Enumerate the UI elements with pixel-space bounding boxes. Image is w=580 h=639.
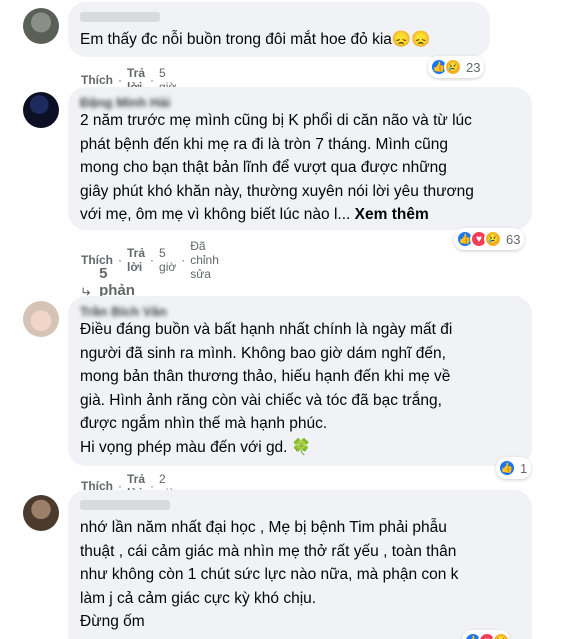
sad-icon: 😢 (492, 632, 510, 639)
reaction-count: 23 (466, 59, 481, 75)
reaction-summary[interactable]: 👍 ♥ 😢 63 (454, 228, 525, 250)
reaction-summary[interactable]: 👍 1 (496, 457, 532, 479)
avatar[interactable] (23, 92, 59, 128)
comment-author[interactable] (80, 10, 478, 24)
comment-text: 2 năm trước mẹ mình cũng bị K phổi di că… (80, 109, 520, 227)
comment-bubble: nhớ lần năm nhất đại học , Mẹ bị bệnh Ti… (68, 490, 532, 639)
comment-bubble: Em thấy đc nỗi buồn trong đôi mắt hoe đỏ… (68, 2, 490, 57)
like-icon: 👍 (498, 459, 516, 477)
comment-bubble: Trần Bích Vân Điều đáng buồn và bất hạnh… (68, 296, 532, 466)
avatar[interactable] (23, 8, 59, 44)
comment-text: Điều đáng buồn và bất hạnh nhất chính là… (80, 321, 453, 456)
avatar[interactable] (23, 495, 59, 531)
edited-label: Đã chỉnh sửa (190, 239, 219, 281)
comment-bubble: Đặng Minh Hải 2 năm trước mẹ mình cũng b… (68, 87, 532, 230)
reaction-summary[interactable]: 👍 ♥ 😢 (462, 630, 510, 639)
avatar[interactable] (23, 301, 59, 337)
see-more-link[interactable]: Xem thêm (355, 206, 429, 223)
comment-author[interactable] (80, 498, 520, 512)
sad-icon: 😢 (484, 230, 502, 248)
comment-text: Em thấy đc nỗi buồn trong đôi mắt hoe đỏ… (80, 31, 431, 48)
comment-text: nhớ lần năm nhất đại học , Mẹ bị bệnh Ti… (80, 519, 459, 630)
timestamp[interactable]: 5 giờ (159, 246, 176, 274)
comment-author[interactable]: Đặng Minh Hải (80, 95, 520, 109)
sad-icon: 😢 (444, 58, 462, 76)
reaction-count: 63 (506, 231, 521, 247)
like-button[interactable]: Thích (81, 73, 113, 87)
reaction-count: 1 (520, 460, 528, 476)
comment-author[interactable]: Trần Bích Vân (80, 304, 520, 318)
reaction-summary[interactable]: 👍 😢 23 (428, 56, 485, 78)
